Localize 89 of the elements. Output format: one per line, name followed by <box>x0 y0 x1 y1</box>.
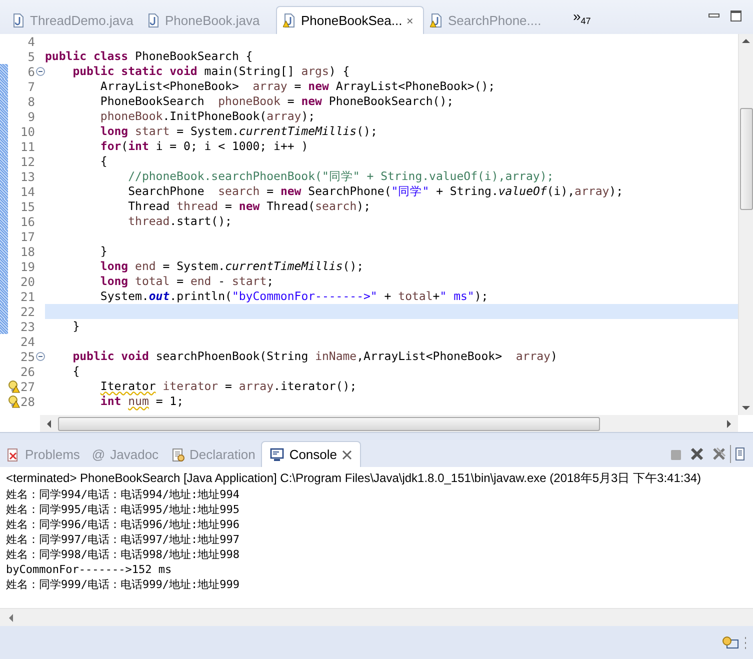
editor-tab[interactable]: SearchPhone.... <box>424 6 559 34</box>
line-number: 14 <box>20 184 35 198</box>
code-line: phoneBook.InitPhoneBook(array); <box>99 109 316 124</box>
code-line: long end = System.currentTimeMillis(); <box>99 259 365 274</box>
declaration-icon <box>170 448 185 462</box>
lightbulb-warning-icon[interactable] <box>8 380 20 393</box>
maximize-icon[interactable] <box>730 10 742 22</box>
line-number: 5 <box>26 50 35 64</box>
code-line: long total = end - start; <box>99 274 275 289</box>
javadoc-icon: @ <box>92 447 106 462</box>
hidden-tabs-button[interactable]: »$_{47}$ <box>573 8 591 34</box>
line-number: 6 <box>26 64 35 78</box>
close-icon[interactable] <box>407 16 413 26</box>
drag-handle-icon[interactable] <box>744 634 747 650</box>
console-header: <terminated> PhoneBookSearch [Java Application] C:\Program Files\Java\jdk1.8.0_151\bin\javaw.exe (2018年5月3日 下午3:41:34) <box>6 470 702 487</box>
console-output-line: 姓名：同学994/电话：电话994/地址:地址994 <box>6 487 240 502</box>
line-number: 11 <box>20 140 35 154</box>
code-line: long start = System.currentTimeMillis(); <box>99 124 378 139</box>
vertical-scrollbar[interactable] <box>738 34 753 415</box>
console-output-line: 姓名：同学995/电话：电话995/地址:地址995 <box>6 502 240 517</box>
collapse-icon[interactable] <box>36 67 44 76</box>
line-number: 23 <box>20 320 35 334</box>
code-line: public static void main(String[] args) { <box>72 64 351 79</box>
line-number: 8 <box>26 94 35 108</box>
line-number: 20 <box>20 274 35 288</box>
line-number: 24 <box>20 334 35 348</box>
line-number: 26 <box>20 364 35 378</box>
line-number: 15 <box>20 200 35 214</box>
line-number: 10 <box>20 124 35 138</box>
line-number: 25 <box>20 350 35 364</box>
code-line: //phoneBook.searchPhoenBook("同学" + String.valueOf(i),array); <box>127 169 555 184</box>
horizontal-scrollbar[interactable] <box>40 415 738 432</box>
view-tab[interactable]: Console <box>261 441 362 467</box>
code-line: System.out.println("byCommonFor------->" + total+" ms"); <box>99 289 490 304</box>
line-number: 17 <box>20 230 35 244</box>
code-line: { <box>72 364 81 379</box>
view-tab[interactable]: Declaration <box>164 442 262 467</box>
code-line: Iterator iterator = array.iterator(); <box>99 379 358 394</box>
line-number: 22 <box>20 304 35 318</box>
scroll-right-icon[interactable] <box>726 420 732 428</box>
code-line: public class PhoneBookSearch { <box>45 49 254 64</box>
scroll-up-icon[interactable] <box>742 38 750 44</box>
line-number: 12 <box>20 154 35 168</box>
code-line: { <box>99 154 108 169</box>
collapse-icon[interactable] <box>36 352 44 361</box>
scroll-left-icon[interactable] <box>46 420 52 428</box>
editor-tab[interactable]: PhoneBookSea... <box>276 6 424 34</box>
code-line: } <box>72 319 81 334</box>
code-line: SearchPhone search = new SearchPhone("同学" + String.valueOf(i),array); <box>127 184 624 199</box>
console-output-line: byCommonFor------->152 ms <box>6 562 173 577</box>
document-icon[interactable] <box>735 447 745 461</box>
line-number: 21 <box>20 290 35 304</box>
line-number: 19 <box>20 260 35 274</box>
line-number: 13 <box>20 170 35 184</box>
line-number: 7 <box>26 80 35 94</box>
code-line: thread.start(); <box>127 214 233 229</box>
scrollbar-thumb[interactable] <box>58 416 600 430</box>
monitor-icon[interactable] <box>722 634 740 650</box>
view-tab[interactable]: @ Javadoc <box>86 442 165 467</box>
console-output-line: 姓名：同学998/电话：电话998/地址:地址998 <box>6 547 240 562</box>
code-line: public void searchPhoenBook(String inName,ArrayList<PhoneBook> array) <box>72 349 558 364</box>
remove-all-icon[interactable] <box>712 447 726 461</box>
code-line: ArrayList<PhoneBook> array = new ArrayList<PhoneBook>(); <box>99 79 496 94</box>
lightbulb-warning-icon[interactable] <box>8 395 20 408</box>
line-number: 9 <box>26 110 35 124</box>
code-line: int num = 1; <box>99 394 185 409</box>
view-tab[interactable]: Problems <box>0 442 86 467</box>
console-output-line: 姓名：同学999/电话：电话999/地址:地址999 <box>6 577 240 592</box>
code-line: PhoneBookSearch phoneBook = new PhoneBookSearch(); <box>99 94 455 109</box>
scroll-left-icon[interactable] <box>8 614 14 622</box>
console-icon <box>270 448 284 462</box>
line-number: 27 <box>20 380 35 394</box>
console-output-line: 姓名：同学997/电话：电话997/地址:地址997 <box>6 532 240 547</box>
code-line: } <box>99 244 108 259</box>
line-number: 4 <box>26 34 35 48</box>
line-number: 16 <box>20 214 35 228</box>
editor-tab[interactable]: PhoneBook.java <box>141 6 276 34</box>
scrollbar-thumb[interactable] <box>740 108 752 210</box>
remove-icon[interactable] <box>690 447 704 461</box>
line-number: 28 <box>20 394 35 408</box>
scroll-down-icon[interactable] <box>742 405 750 411</box>
code-line: for(int i = 0; i < 1000; i++ ) <box>99 139 310 154</box>
editor-tab[interactable]: ThreadDemo.java <box>6 6 141 34</box>
horizontal-scrollbar[interactable] <box>0 608 753 626</box>
code-line: Thread thread = new Thread(search); <box>127 199 372 214</box>
close-icon[interactable] <box>342 450 352 460</box>
console-output-line: 姓名：同学996/电话：电话996/地址:地址996 <box>6 517 240 532</box>
line-number: 18 <box>20 244 35 258</box>
problems-icon <box>6 448 20 462</box>
